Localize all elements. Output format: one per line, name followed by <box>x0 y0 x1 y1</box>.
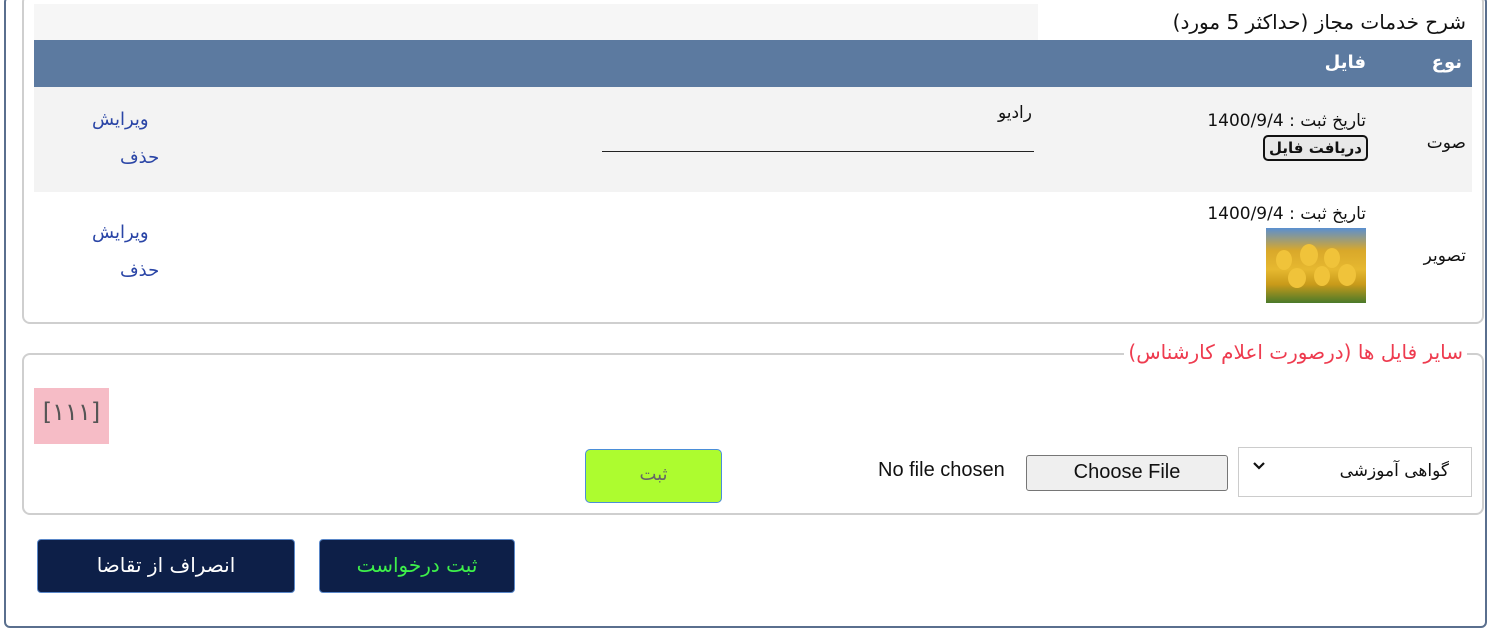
table-row: تصویر تاریخ ثبت : 1400/9/4 ویرایش حذف <box>34 192 1472 317</box>
row-description: رادیو <box>997 103 1032 123</box>
description-label: شرح خدمات مجاز (حداکثر 5 مورد) <box>1172 10 1466 34</box>
row-date: تاریخ ثبت : 1400/9/4 <box>1207 111 1366 131</box>
table-row: صوت تاریخ ثبت : 1400/9/4 دریافت فایل راد… <box>34 87 1472 192</box>
file-tag: [١١١] <box>34 388 109 444</box>
submit-request-button[interactable]: ثبت درخواست <box>319 539 515 593</box>
file-type-select[interactable]: گواهی آموزشی <box>1238 447 1472 497</box>
row-type: تصویر <box>1423 246 1466 266</box>
header-file: فایل <box>1324 52 1366 73</box>
other-files-legend: سایر فایل ها (درصورت اعلام کارشناس) <box>1124 340 1467 364</box>
description-input[interactable] <box>34 4 1038 40</box>
file-type-value: گواهی آموزشی <box>1339 461 1449 481</box>
choose-file-button[interactable]: Choose File <box>1026 455 1228 491</box>
image-thumbnail[interactable] <box>1266 228 1366 303</box>
edit-link[interactable]: ویرایش <box>92 109 149 130</box>
header-type: نوع <box>1431 52 1462 73</box>
description-underline <box>602 151 1034 152</box>
delete-link[interactable]: حذف <box>120 260 159 281</box>
delete-link[interactable]: حذف <box>120 147 159 168</box>
upload-submit-button[interactable]: ثبت <box>585 449 722 503</box>
cancel-request-button[interactable]: انصراف از تقاضا <box>37 539 295 593</box>
table-header: نوع فایل <box>34 40 1472 87</box>
edit-link[interactable]: ویرایش <box>92 222 149 243</box>
no-file-label: No file chosen <box>878 459 1005 481</box>
description-row: شرح خدمات مجاز (حداکثر 5 مورد) <box>34 4 1472 40</box>
download-file-button[interactable]: دریافت فایل <box>1263 135 1368 161</box>
row-date: تاریخ ثبت : 1400/9/4 <box>1207 204 1366 224</box>
chevron-down-icon <box>1251 458 1267 479</box>
row-type: صوت <box>1426 133 1466 153</box>
